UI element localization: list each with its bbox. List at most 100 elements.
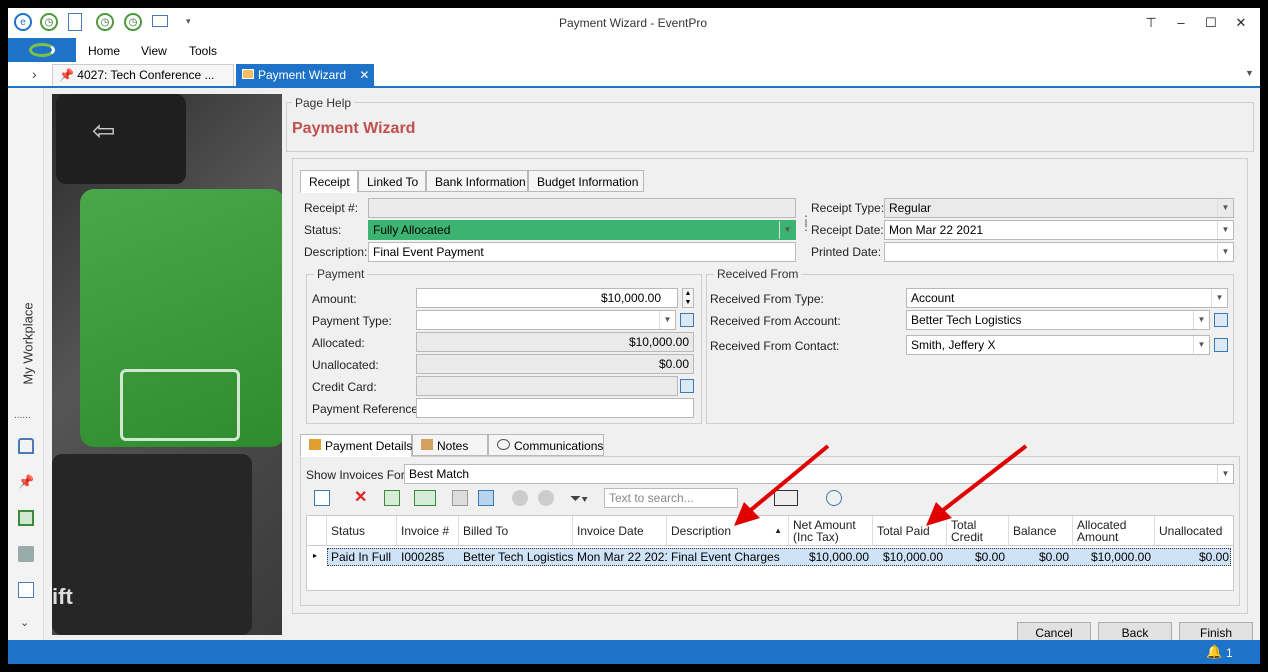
column-status[interactable]: Status — [327, 516, 397, 546]
info-icon[interactable] — [478, 490, 494, 506]
menu-tools[interactable]: Tools — [189, 44, 217, 58]
lookup-grid-icon[interactable] — [680, 313, 694, 327]
chevron-down-icon[interactable]: ▼ — [659, 311, 675, 329]
tab-communications[interactable]: Communications — [488, 434, 604, 456]
cell-total-paid: $10,000.00 — [882, 550, 943, 564]
chevron-down-icon[interactable]: ⌄ — [20, 616, 29, 629]
document-icon[interactable] — [68, 13, 82, 31]
printed-date-field[interactable]: ▼ — [884, 242, 1234, 262]
credit-card-field[interactable] — [416, 376, 678, 396]
chevron-down-icon[interactable]: ▼ — [1217, 221, 1233, 239]
filter-icon[interactable]: ⏷▾ — [570, 490, 594, 506]
cell-status: Paid In Full — [331, 550, 392, 564]
pin-window-icon[interactable]: ⊤ — [1138, 12, 1164, 34]
customize-toolbar-icon[interactable]: ▾ — [186, 16, 191, 27]
allocated-field[interactable]: $10,000.00 — [416, 332, 694, 352]
status-field[interactable]: Fully Allocated ▼ — [368, 220, 796, 240]
table-row[interactable]: ▸ Paid In Full I000285 Better Tech Logis… — [307, 548, 1233, 566]
application-window: e ◷ ◷ ◷ ▾ Payment Wizard - EventPro ⊤ – … — [8, 8, 1260, 664]
tab-tech-conference[interactable]: 📌 4027: Tech Conference ... — [52, 64, 234, 86]
chevron-down-icon[interactable]: ▼ — [779, 221, 795, 239]
maximize-button[interactable]: ☐ — [1198, 12, 1224, 34]
grid-icon[interactable] — [18, 510, 34, 526]
chevron-down-icon[interactable]: ▼ — [1211, 289, 1227, 307]
contact-card-icon[interactable] — [18, 582, 34, 598]
receipt-date-field[interactable]: Mon Mar 22 2021 ▼ — [884, 220, 1234, 240]
chevron-down-icon[interactable]: ▼ — [1193, 336, 1209, 354]
received-from-account-value: Better Tech Logistics — [911, 313, 1022, 327]
file-menu-button[interactable] — [8, 38, 76, 62]
tab-list-dropdown-icon[interactable]: ▼ — [1245, 68, 1254, 78]
move-down-icon[interactable] — [538, 490, 554, 506]
chevron-down-icon[interactable]: ▼ — [1217, 243, 1233, 261]
pin-icon[interactable]: 📌 — [18, 474, 34, 490]
app-logo-icon — [29, 43, 55, 57]
export-icon[interactable] — [384, 490, 400, 506]
menu-view[interactable]: View — [141, 44, 167, 58]
column-invoice-date[interactable]: Invoice Date — [573, 516, 667, 546]
tab-budget-information[interactable]: Budget Information — [528, 170, 644, 192]
amount-field[interactable]: $10,000.00 — [416, 288, 678, 308]
close-button[interactable]: ✕ — [1228, 12, 1254, 34]
unallocated-field[interactable]: $0.00 — [416, 354, 694, 374]
receipt-date-label: Receipt Date: — [811, 223, 884, 237]
tab-linked-to[interactable]: Linked To — [358, 170, 426, 192]
mail-icon[interactable] — [152, 15, 168, 27]
app-logo-icon[interactable]: e — [14, 13, 32, 31]
amount-spinner[interactable]: ▲ ▼ — [682, 288, 694, 308]
my-workplace-label[interactable]: My Workplace — [21, 294, 36, 394]
shift-key-label: ift — [52, 584, 73, 609]
cell-net-amount: $10,000.00 — [808, 550, 869, 564]
cell-unallocated: $0.00 — [1198, 550, 1229, 564]
menu-home[interactable]: Home — [88, 44, 120, 58]
tab-payment-wizard[interactable]: Payment Wizard ✕ — [236, 64, 374, 88]
cell-billed-to: Better Tech Logistics — [463, 550, 573, 564]
new-icon[interactable] — [314, 490, 330, 506]
minimize-button[interactable]: – — [1168, 12, 1194, 34]
chevron-down-icon[interactable]: ▼ — [1217, 465, 1233, 483]
close-tab-icon[interactable]: ✕ — [359, 68, 369, 82]
lookup-grid-icon[interactable] — [1214, 313, 1228, 327]
chevron-right-icon[interactable]: › — [32, 66, 37, 82]
tab-receipt[interactable]: Receipt — [300, 170, 358, 193]
clock-icon[interactable]: ◷ — [40, 13, 58, 31]
column-allocated-amount[interactable]: Allocated Amount — [1073, 516, 1155, 546]
column-billed-to[interactable]: Billed To — [459, 516, 573, 546]
tab-payment-details[interactable]: Payment Details — [300, 434, 412, 457]
delete-icon[interactable]: ✕ — [354, 490, 370, 506]
clock-icon[interactable]: ◷ — [96, 13, 114, 31]
receipt-number-field[interactable] — [368, 198, 796, 218]
page-help-label[interactable]: Page Help — [292, 96, 355, 110]
description-field[interactable]: Final Event Payment — [368, 242, 796, 262]
description-label: Description: — [304, 245, 368, 259]
home-icon[interactable] — [18, 438, 34, 454]
payment-reference-field[interactable] — [416, 398, 694, 418]
cell-description: Final Event Charges — [671, 550, 780, 564]
wizard-icon — [242, 69, 254, 79]
grid-options-icon[interactable] — [414, 490, 436, 506]
lookup-grid-icon[interactable] — [1214, 338, 1228, 352]
tab-bank-information[interactable]: Bank Information — [426, 170, 528, 192]
chevron-down-icon[interactable]: ▼ — [1193, 311, 1209, 329]
column-invoice-number[interactable]: Invoice # — [397, 516, 459, 546]
page-help-group — [286, 102, 1254, 152]
receipt-type-value: Regular — [889, 201, 932, 215]
received-from-account-field[interactable]: Better Tech Logistics ▼ — [906, 310, 1210, 330]
arrow-left-icon: ⇦ — [92, 115, 116, 146]
row-expand-icon[interactable]: ▸ — [313, 551, 317, 560]
building-icon[interactable] — [18, 546, 34, 562]
copy-icon[interactable] — [452, 490, 468, 506]
chevron-down-icon[interactable]: ▼ — [1217, 199, 1233, 217]
payment-type-field[interactable]: ▼ — [416, 310, 676, 330]
sidebar-splitter[interactable]: ...... — [14, 410, 31, 421]
received-from-type-field[interactable]: Account ▼ — [906, 288, 1228, 308]
bell-icon[interactable]: 🔔 — [1206, 644, 1222, 660]
move-up-icon[interactable] — [512, 490, 528, 506]
printed-date-label: Printed Date: — [811, 245, 882, 259]
receipt-type-field[interactable]: Regular ▼ — [884, 198, 1234, 218]
lookup-grid-icon[interactable] — [680, 379, 694, 393]
received-from-contact-field[interactable]: Smith, Jeffery X ▼ — [906, 335, 1210, 355]
tab-notes[interactable]: Notes — [412, 434, 488, 456]
column-unallocated[interactable]: Unallocated — [1155, 516, 1233, 546]
clock-icon[interactable]: ◷ — [124, 13, 142, 31]
